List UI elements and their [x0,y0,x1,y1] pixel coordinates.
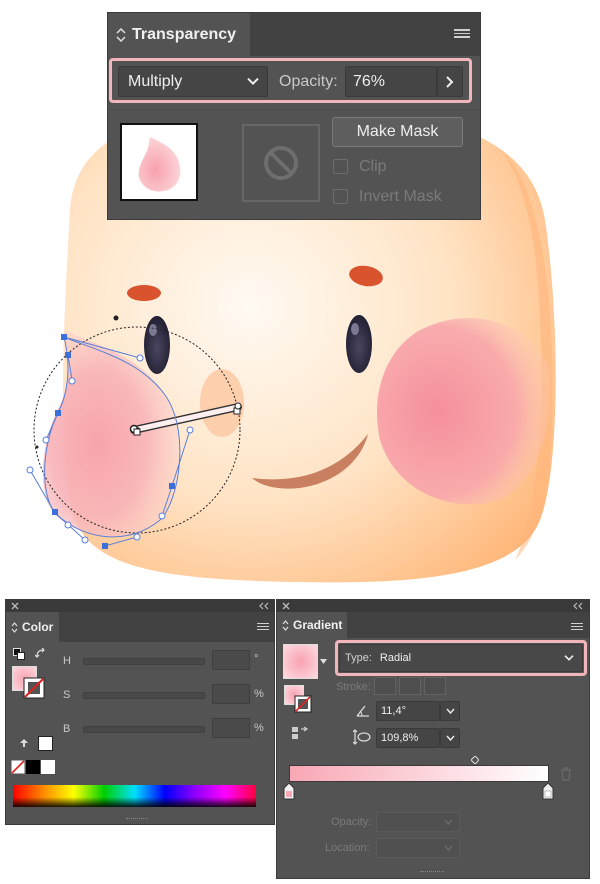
angle-input[interactable]: 11,4° [376,701,440,721]
color-panel: Color H ° S % B % [6,600,274,824]
last-color-icon[interactable] [18,737,30,749]
clip-label: Clip [359,158,387,175]
panel-menu-icon[interactable] [257,621,269,632]
right-eye [346,315,372,373]
chevron-down-icon [247,77,259,85]
reverse-gradient-icon[interactable] [291,726,309,740]
left-eyebrow [127,285,161,301]
make-mask-button[interactable]: Make Mask [332,117,463,147]
object-thumbnail[interactable] [120,123,198,201]
none-swatch[interactable] [11,760,25,774]
angle-icon [356,705,369,717]
panel-menu-icon[interactable] [571,621,583,632]
s-value-field[interactable] [212,684,250,704]
resize-grip[interactable] [126,818,148,822]
black-swatch[interactable] [26,760,40,774]
white-swatch-2[interactable] [41,760,55,774]
opacity-value: 76% [353,72,386,90]
collapse-arrows-icon [11,621,18,633]
h-slider[interactable] [83,658,205,665]
s-label: S [63,689,71,701]
caret-down-icon[interactable] [320,659,327,664]
gradient-title: Gradient [293,618,343,632]
gradient-location-label: Location: [325,842,370,854]
gradient-stop-start[interactable] [283,783,295,800]
chevron-down-icon [444,819,453,825]
gradient-opacity-field[interactable] [376,812,460,832]
aspect-dropdown[interactable] [440,728,460,748]
h-unit: ° [254,653,259,665]
gradient-type-dropdown[interactable]: Type: Radial [339,644,583,672]
stroke-none-swatch[interactable] [294,695,312,713]
blend-mode-dropdown[interactable]: Multiply [118,66,268,97]
opacity-label: Opacity: [279,73,338,90]
invert-mask-checkbox[interactable] [333,189,348,204]
midpoint-diamond-icon[interactable] [471,756,479,764]
s-slider[interactable] [83,692,205,699]
blend-mode-value: Multiply [128,72,183,90]
transparency-title: Transparency [132,25,237,43]
no-mask-icon [264,146,298,180]
h-label: H [63,655,71,667]
s-unit: % [254,688,264,700]
default-colors-icon[interactable] [13,648,25,660]
delete-stop-icon[interactable] [560,767,572,781]
angle-value: 11,4° [381,705,406,717]
b-unit: % [254,722,264,734]
blush-thumbnail-icon [138,137,181,192]
panel-menu-icon[interactable] [454,27,470,40]
chevron-right-icon [446,75,454,88]
gradient-stop-end[interactable] [542,783,554,800]
b-slider[interactable] [83,726,205,733]
gradient-panel: Gradient Type: Radial Stroke: 11,4° 109,… [277,600,589,878]
chevron-down-icon [445,735,455,741]
make-mask-label: Make Mask [356,123,439,140]
aspect-ratio-icon [353,729,371,745]
stroke-none-swatch[interactable] [23,677,45,699]
opacity-slider-button[interactable] [437,66,463,97]
b-label: B [63,723,71,735]
gradient-ramp[interactable] [289,765,549,782]
aspect-value: 109,8% [381,732,419,744]
angle-dropdown[interactable] [440,701,460,721]
tab-gradient[interactable]: Gradient [277,612,347,638]
chevron-down-icon [564,655,574,661]
collapse-arrows-icon [116,27,126,42]
mask-placeholder[interactable] [242,124,320,202]
collapse-arrows-icon [282,619,289,631]
color-title: Color [22,620,54,634]
chevron-down-icon [444,845,453,851]
swap-colors-icon[interactable] [35,648,47,660]
b-value-field[interactable] [212,718,250,738]
aspect-input[interactable]: 109,8% [376,728,440,748]
close-icon[interactable] [282,602,290,610]
collapse-double-arrow-icon[interactable] [573,602,583,610]
chevron-down-icon [445,708,455,714]
gradient-location-field[interactable] [376,838,460,858]
gradient-opacity-label: Opacity: [331,816,372,828]
collapse-double-arrow-icon[interactable] [259,602,269,610]
type-value: Radial [379,652,412,664]
left-eye [144,316,170,374]
color-spectrum[interactable] [13,785,256,807]
gradient-preview-swatch[interactable] [283,644,318,679]
white-swatch[interactable] [38,736,53,751]
h-value-field[interactable] [212,650,250,670]
type-label: Type: [345,652,372,664]
invert-mask-label: Invert Mask [359,188,442,205]
tab-transparency[interactable]: Transparency [108,13,250,56]
opacity-input[interactable]: 76% [345,66,437,97]
stroke-gradient-buttons[interactable] [374,677,449,695]
stroke-label: Stroke: [336,681,371,693]
right-blush [376,317,550,505]
close-icon[interactable] [11,602,19,610]
transparency-panel: Transparency Multiply Opacity: 76% Make … [108,13,480,219]
resize-grip[interactable] [420,871,444,875]
divider [108,109,480,110]
tab-color[interactable]: Color [6,612,59,642]
color-panel-header [6,600,274,612]
gradient-panel-header [277,600,589,612]
clip-checkbox[interactable] [333,159,348,174]
